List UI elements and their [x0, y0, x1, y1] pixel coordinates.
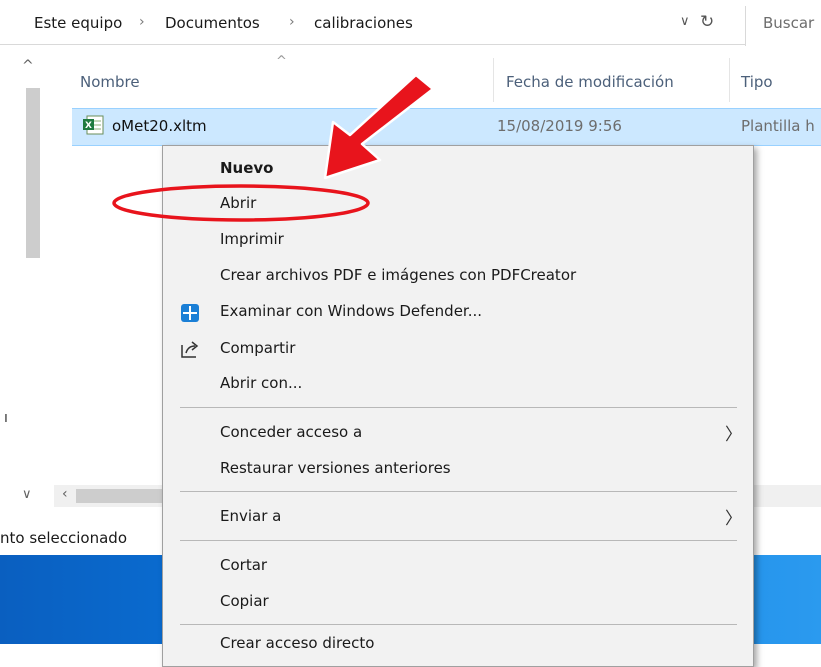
file-type: Plantilla h: [741, 117, 815, 135]
breadcrumb-item-calibraciones[interactable]: calibraciones: [314, 14, 413, 32]
menu-item-crear-acceso-directo[interactable]: Crear acceso directo: [220, 634, 374, 652]
submenu-arrow-icon: 〉: [725, 509, 742, 529]
sort-ascending-icon: ^: [276, 54, 287, 69]
breadcrumb-separator: ›: [139, 14, 145, 30]
column-header-date[interactable]: Fecha de modificación: [506, 73, 674, 91]
menu-item-windows-defender[interactable]: Examinar con Windows Defender...: [220, 302, 482, 320]
menu-separator: [180, 624, 737, 625]
submenu-arrow-icon: 〉: [725, 425, 742, 445]
excel-template-icon: X: [83, 115, 104, 135]
file-date: 15/08/2019 9:56: [497, 117, 622, 135]
menu-separator: [180, 540, 737, 541]
windows-defender-icon: [181, 304, 199, 322]
breadcrumb-item-documentos[interactable]: Documentos: [165, 14, 260, 32]
column-header-type[interactable]: Tipo: [741, 73, 773, 91]
menu-item-conceder-acceso[interactable]: Conceder acceso a: [220, 423, 362, 441]
menu-item-abrir[interactable]: Abrir: [220, 194, 256, 212]
menu-item-enviar-a[interactable]: Enviar a: [220, 507, 281, 525]
context-menu: [162, 145, 754, 667]
svg-text:X: X: [85, 121, 92, 131]
scroll-down-icon[interactable]: ∨: [22, 487, 32, 502]
address-dropdown-icon[interactable]: ∨: [680, 14, 690, 29]
menu-item-imprimir[interactable]: Imprimir: [220, 230, 284, 248]
menu-separator: [180, 491, 737, 492]
column-divider[interactable]: [493, 58, 494, 102]
nav-pane-fragment: ı: [4, 410, 8, 426]
column-divider[interactable]: [729, 58, 730, 102]
scroll-up-icon[interactable]: ^: [22, 58, 34, 74]
refresh-icon[interactable]: ↻: [700, 12, 714, 32]
menu-item-copiar[interactable]: Copiar: [220, 592, 269, 610]
menu-item-abrir-con[interactable]: Abrir con...: [220, 374, 302, 392]
menu-separator: [180, 407, 737, 408]
search-input[interactable]: Buscar: [763, 14, 814, 32]
menu-item-pdfcreator[interactable]: Crear archivos PDF e imágenes con PDFCre…: [220, 266, 576, 284]
column-header-name[interactable]: Nombre: [80, 73, 140, 91]
nav-scroll-thumb[interactable]: [26, 88, 40, 258]
menu-item-nuevo[interactable]: Nuevo: [220, 159, 274, 177]
status-bar-text: nto seleccionado: [0, 529, 128, 547]
address-bar-border: [0, 44, 745, 45]
menu-item-restaurar-versiones[interactable]: Restaurar versiones anteriores: [220, 459, 451, 477]
menu-item-compartir[interactable]: Compartir: [220, 339, 295, 357]
file-name[interactable]: oMet20.xltm: [112, 117, 207, 135]
breadcrumb-item-este-equipo[interactable]: Este equipo: [34, 14, 122, 32]
scroll-left-icon[interactable]: ‹: [62, 486, 68, 502]
menu-item-cortar[interactable]: Cortar: [220, 556, 267, 574]
breadcrumb-separator: ›: [289, 14, 295, 30]
share-icon: [181, 341, 199, 358]
